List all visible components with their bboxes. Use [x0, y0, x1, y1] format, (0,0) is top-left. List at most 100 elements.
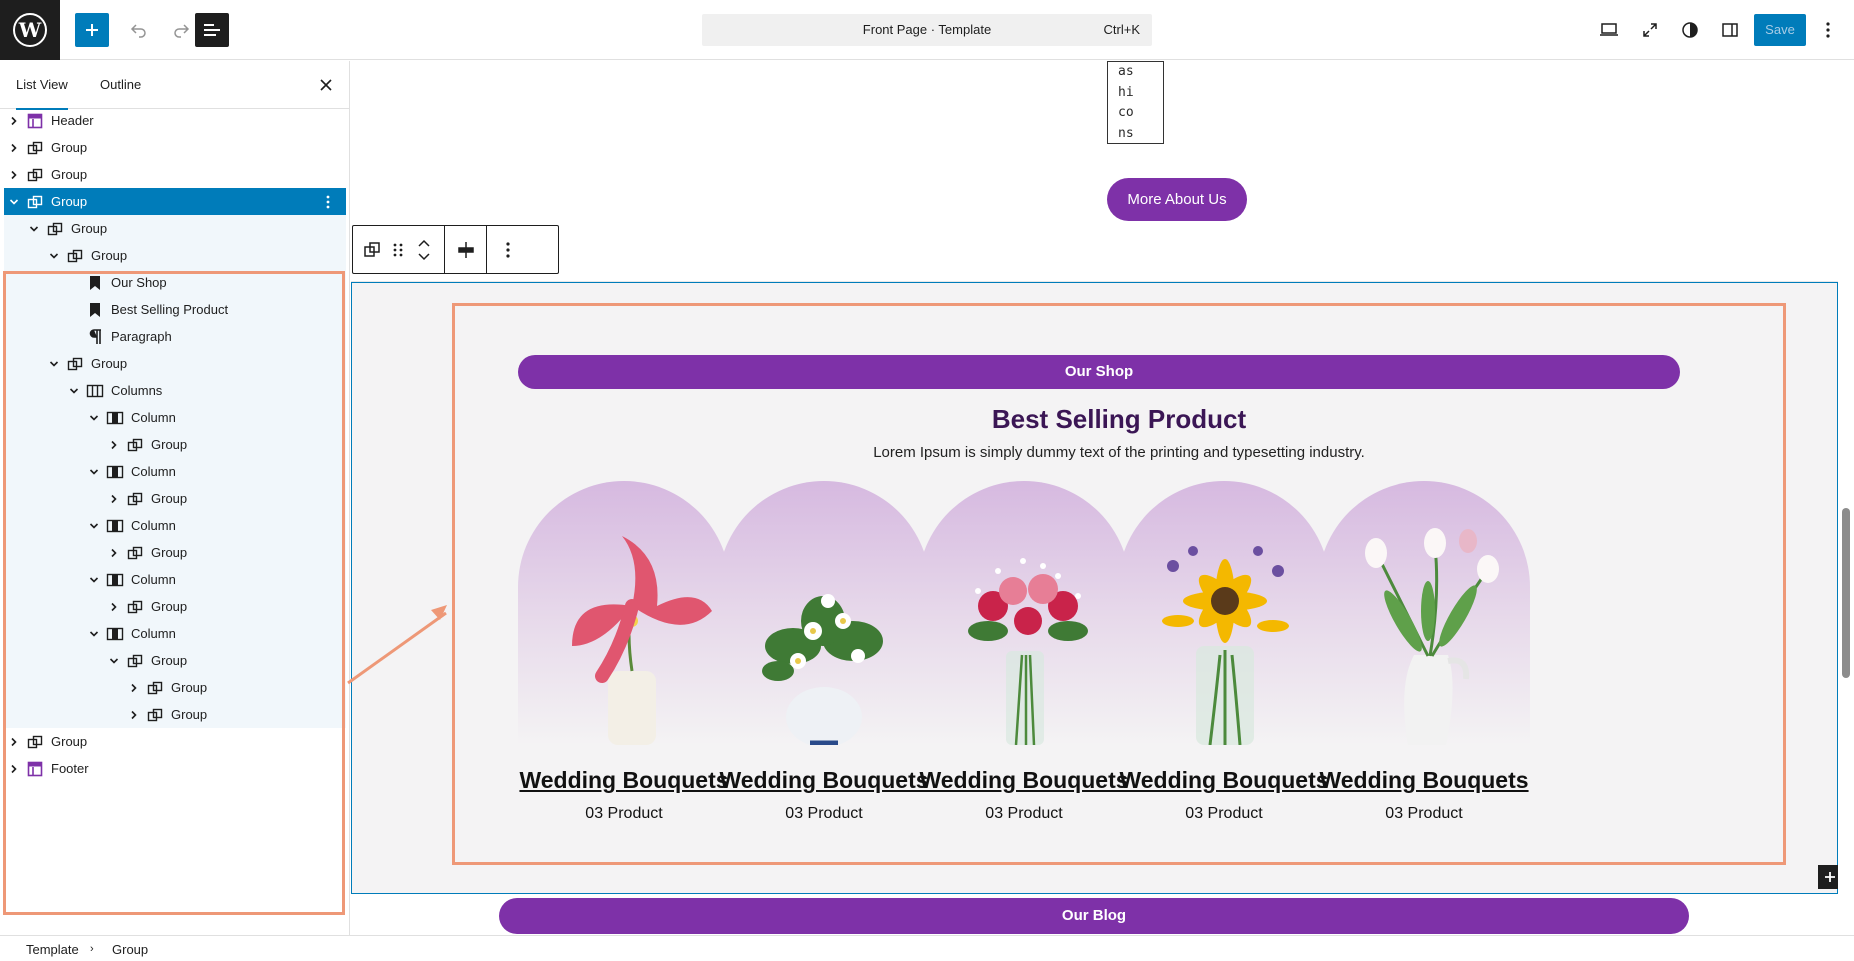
- list-view-item-label: Group: [171, 707, 208, 722]
- list-view-item[interactable]: Columns: [4, 377, 346, 404]
- list-view-item[interactable]: Column: [4, 404, 346, 431]
- redo-button[interactable]: [164, 13, 198, 47]
- list-view-item[interactable]: Group: [4, 431, 346, 458]
- list-view-item[interactable]: Group: [4, 161, 346, 188]
- our-blog-pill[interactable]: Our Blog: [499, 898, 1689, 934]
- list-view-item[interactable]: Column: [4, 512, 346, 539]
- save-button[interactable]: Save: [1754, 14, 1806, 46]
- move-up-down-buttons[interactable]: [412, 238, 436, 262]
- product-image[interactable]: [718, 481, 930, 745]
- list-view-item[interactable]: Column: [4, 458, 346, 485]
- scrollable-text-area[interactable]: as hi co ns: [1107, 61, 1164, 144]
- chevron-right-icon[interactable]: [108, 547, 120, 559]
- breadcrumb-separator: ›: [90, 943, 94, 955]
- shop-description[interactable]: Lorem Ipsum is simply dummy text of the …: [455, 444, 1783, 461]
- chevron-down-icon[interactable]: [8, 196, 20, 208]
- undo-button[interactable]: [122, 13, 156, 47]
- canvas-scrollbar[interactable]: [1838, 61, 1854, 935]
- settings-sidebar-button[interactable]: [1713, 13, 1747, 47]
- group-icon: [126, 490, 144, 508]
- list-view-item[interactable]: Our Shop: [4, 269, 346, 296]
- drag-handle[interactable]: [386, 238, 410, 262]
- styles-button[interactable]: [1673, 13, 1707, 47]
- group-icon: [66, 247, 84, 265]
- options-menu-button[interactable]: [1816, 13, 1840, 47]
- chevron-down-icon[interactable]: [48, 250, 60, 262]
- block-type-button[interactable]: [360, 238, 384, 262]
- chevron-down-icon[interactable]: [28, 223, 40, 235]
- block-options-button[interactable]: [496, 238, 520, 262]
- text-line: ns: [1118, 125, 1134, 141]
- item-options-icon[interactable]: [318, 192, 338, 212]
- list-view-item[interactable]: Header: [4, 107, 346, 134]
- chevron-right-icon[interactable]: [8, 169, 20, 181]
- chevron-down-icon[interactable]: [48, 358, 60, 370]
- paragraph-icon: [86, 328, 104, 346]
- list-view-item[interactable]: Group: [4, 215, 346, 242]
- scrollbar-thumb[interactable]: [1842, 508, 1850, 678]
- list-view-item[interactable]: Footer: [4, 755, 346, 782]
- chevron-right-icon[interactable]: [8, 736, 20, 748]
- chevron-right-icon[interactable]: [108, 439, 120, 451]
- close-list-view-button[interactable]: [316, 75, 336, 95]
- list-view-item[interactable]: Column: [4, 620, 346, 647]
- desktop-view-icon: [1600, 23, 1618, 36]
- group-icon: [126, 652, 144, 670]
- list-view-item[interactable]: Group: [4, 485, 346, 512]
- chevron-right-icon[interactable]: [8, 142, 20, 154]
- best-selling-heading[interactable]: Best Selling Product: [455, 404, 1783, 435]
- product-image[interactable]: [1318, 481, 1530, 745]
- chevron-down-icon[interactable]: [68, 385, 80, 397]
- chevron-down-icon[interactable]: [88, 412, 100, 424]
- list-view-item[interactable]: Best Selling Product: [4, 296, 346, 323]
- breadcrumb-template[interactable]: Template: [26, 942, 79, 957]
- chevron-down-icon[interactable]: [108, 655, 120, 667]
- list-view-item[interactable]: Group: [4, 134, 346, 161]
- chevron-right-icon[interactable]: [108, 601, 120, 613]
- list-view-item[interactable]: Group: [4, 647, 346, 674]
- product-image[interactable]: [918, 481, 1130, 745]
- fullscreen-button[interactable]: [1633, 13, 1667, 47]
- chevron-right-icon[interactable]: [128, 709, 140, 721]
- chevron-down-icon[interactable]: [88, 574, 100, 586]
- group-icon: [146, 679, 164, 697]
- chevron-down-icon[interactable]: [88, 466, 100, 478]
- chevron-right-icon[interactable]: [128, 682, 140, 694]
- chevron-right-icon[interactable]: [8, 763, 20, 775]
- device-preview-button[interactable]: [1592, 13, 1626, 47]
- list-view-item[interactable]: Group: [4, 593, 346, 620]
- block-inserter-button[interactable]: [75, 13, 109, 47]
- command-palette-bar[interactable]: Front Page · Template Ctrl+K: [702, 14, 1152, 46]
- product-title-link[interactable]: Wedding Bouquets: [1298, 767, 1550, 794]
- wordpress-logo-icon: W: [13, 13, 47, 47]
- product-card[interactable]: Wedding Bouquets 03 Product: [1318, 481, 1530, 826]
- list-view-item[interactable]: Group: [4, 242, 346, 269]
- chevron-down-icon[interactable]: [88, 628, 100, 640]
- list-view-item[interactable]: Group: [4, 539, 346, 566]
- list-view-item[interactable]: Column: [4, 566, 346, 593]
- product-image[interactable]: [518, 481, 730, 745]
- list-view-item[interactable]: Group: [4, 188, 346, 215]
- list-view-item[interactable]: Paragraph: [4, 323, 346, 350]
- more-about-us-button[interactable]: More About Us: [1107, 178, 1247, 221]
- list-view-toggle[interactable]: [195, 13, 229, 47]
- list-view-item-label: Best Selling Product: [111, 302, 229, 317]
- tab-list-view[interactable]: List View: [16, 61, 68, 110]
- list-view-item[interactable]: Group: [4, 350, 346, 377]
- undo-icon: [130, 24, 146, 38]
- list-view-item[interactable]: Group: [4, 701, 346, 728]
- list-view-item-label: Header: [51, 113, 94, 128]
- list-view-item[interactable]: Group: [4, 728, 346, 755]
- tab-outline[interactable]: Outline: [100, 61, 141, 109]
- breadcrumb-group[interactable]: Group: [112, 942, 148, 957]
- list-view-item[interactable]: Group: [4, 674, 346, 701]
- product-image[interactable]: [1118, 481, 1330, 745]
- chevron-right-icon[interactable]: [8, 115, 20, 127]
- product-count: 03 Product: [1185, 805, 1263, 822]
- align-button[interactable]: [454, 238, 478, 262]
- chevron-right-icon[interactable]: [108, 493, 120, 505]
- selected-group-block[interactable]: Our Shop Best Selling Product Lorem Ipsu…: [351, 282, 1838, 894]
- chevron-down-icon[interactable]: [88, 520, 100, 532]
- our-shop-pill[interactable]: Our Shop: [518, 355, 1680, 389]
- wordpress-logo[interactable]: W: [0, 0, 60, 60]
